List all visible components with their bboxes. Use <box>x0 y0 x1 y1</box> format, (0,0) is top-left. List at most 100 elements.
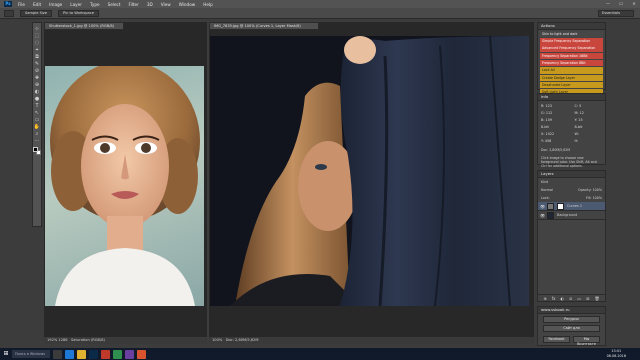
menu-3d[interactable]: 3D <box>147 2 153 7</box>
eyedropper-tool-icon[interactable]: ✎ <box>34 61 41 67</box>
new-group-icon[interactable]: ▭ <box>577 295 581 301</box>
delete-layer-icon[interactable]: 🗑 <box>595 295 600 301</box>
document-tab-left[interactable]: Shutterstock_1.jpg @ 100% (RGB/8) <box>44 22 124 30</box>
info-value: G: 112 <box>541 111 553 115</box>
clone-stamp-tool-icon[interactable]: ⊕ <box>34 82 41 88</box>
action-item[interactable]: Desaturate Layer <box>540 81 603 89</box>
history-brush-tool-icon[interactable]: ◐ <box>34 89 41 95</box>
visibility-eye-icon[interactable]: 👁 <box>540 204 545 209</box>
maximize-icon[interactable]: ☐ <box>617 1 625 6</box>
action-item[interactable]: Frequency Separation 8Bit <box>540 59 603 67</box>
zoom-tool-icon[interactable]: ⌕ <box>34 131 41 137</box>
layer-kind-filter[interactable]: Kind <box>541 180 548 184</box>
resources-button[interactable]: Ресурсы <box>543 316 600 323</box>
opacity-field[interactable]: Opacity: 100% <box>578 188 602 192</box>
menu-view[interactable]: View <box>161 2 171 7</box>
zoom-level-left[interactable]: 192% 1286 <box>47 338 68 342</box>
info-readout: R: 123 C: 5 G: 112 M: 12 B: 109 Y: 15 8-… <box>538 101 605 146</box>
workspace-switcher[interactable]: Essentials <box>598 10 634 17</box>
menu-window[interactable]: Window <box>179 2 196 7</box>
lock-label: Lock: <box>541 196 550 200</box>
layer-name: Curves 1 <box>567 204 583 208</box>
facebook-button[interactable]: Facebook <box>543 336 570 343</box>
menu-layer[interactable]: Layer <box>70 2 82 7</box>
menu-help[interactable]: Help <box>203 2 213 7</box>
new-layer-icon[interactable]: ⊞ <box>586 295 589 301</box>
social-buttons: Facebook Мы Вконтакте <box>543 334 600 346</box>
color-swatches[interactable] <box>33 147 41 156</box>
action-item[interactable]: Simple Frequency Separation <box>540 38 603 45</box>
link-layers-icon[interactable]: ⊕ <box>543 295 546 301</box>
status-bar-right: 100% Doc: 2,80M/5,62M <box>209 337 534 344</box>
add-mask-icon[interactable]: ⊘ <box>569 295 572 301</box>
menu-select[interactable]: Select <box>108 2 121 7</box>
photoshop-taskbar-icon[interactable] <box>89 349 98 359</box>
type-tool-icon[interactable]: T <box>34 103 41 109</box>
menu-edit[interactable]: Edit <box>33 2 41 7</box>
brush-tool-icon[interactable]: ✚ <box>34 75 41 81</box>
healing-tool-icon[interactable]: ⊘ <box>34 68 41 74</box>
doc-info-left: Saturation (RGB/8) <box>71 338 105 342</box>
info-doc-size: Doc: 2,80M/5,62M <box>541 148 571 152</box>
layers-panel: Layers Kind Normal Opacity: 100% Lock: F… <box>537 170 606 302</box>
layers-bottom-bar: ⊕ fx ◐ ⊘ ▭ ⊞ 🗑 <box>538 294 605 301</box>
crop-tool-icon[interactable]: ⧉ <box>34 54 41 60</box>
quick-select-tool-icon[interactable]: ⌖ <box>34 47 41 53</box>
marquee-tool-icon[interactable]: ⬚ <box>34 33 41 39</box>
info-value: W: <box>574 132 579 136</box>
blend-mode-dropdown[interactable]: Normal <box>541 188 553 192</box>
info-value: Y: 15 <box>574 118 583 122</box>
action-item[interactable]: Create Dodge Layer <box>540 74 603 82</box>
taskbar-clock[interactable]: 13:01 06.06.2016 <box>607 349 626 359</box>
task-view-icon[interactable] <box>53 349 62 359</box>
lasso-tool-icon[interactable]: ◌ <box>34 40 41 46</box>
zoom-level-right[interactable]: 100% <box>212 338 222 342</box>
app-icon[interactable] <box>125 349 134 359</box>
photoshop-logo: Ps <box>4 1 12 7</box>
layer-row[interactable]: 👁 Background <box>538 211 605 220</box>
menu-type[interactable]: Type <box>90 2 100 7</box>
layer-style-icon[interactable]: fx <box>552 295 556 301</box>
taskbar-search[interactable]: Поиск в Windows <box>12 350 50 358</box>
info-hint: Click image to choose new foreground col… <box>541 156 597 168</box>
opera-icon[interactable] <box>101 349 110 359</box>
app-icon[interactable] <box>137 349 146 359</box>
visibility-eye-icon[interactable]: 👁 <box>540 213 545 218</box>
minimize-icon[interactable]: — <box>604 1 612 6</box>
move-tool-icon[interactable]: ⊹ <box>34 26 41 32</box>
dodge-tool-icon[interactable]: ● <box>34 96 41 102</box>
app-icon[interactable] <box>113 349 122 359</box>
pin-workspace-button[interactable]: Pin to Workspace <box>58 9 99 17</box>
more-tools-icon[interactable]: ⋯ <box>34 138 41 144</box>
fill-field[interactable]: Fill: 100% <box>586 196 602 200</box>
close-icon[interactable]: ✕ <box>630 1 638 6</box>
info-value: R: 123 <box>541 104 552 108</box>
clock-date: 06.06.2016 <box>606 354 626 358</box>
document-tab-right[interactable]: IMG_7835.jpg @ 100% (Curves 1, Layer Mas… <box>209 22 319 30</box>
explorer-icon[interactable] <box>77 349 86 359</box>
action-item[interactable]: Skin to light and dark <box>540 30 603 38</box>
site-panel-title: www.ssbook.ru <box>538 307 605 314</box>
edge-icon[interactable] <box>65 349 74 359</box>
path-select-tool-icon[interactable]: ↖ <box>34 110 41 116</box>
layer-name: Background <box>557 213 578 217</box>
tool-preset-picker[interactable] <box>4 9 14 17</box>
hand-tool-icon[interactable]: ✋ <box>34 124 41 130</box>
sample-size-dropdown[interactable]: Sample Size <box>20 9 52 17</box>
layers-filter-row: Kind <box>538 178 605 186</box>
shape-tool-icon[interactable]: ▭ <box>34 117 41 123</box>
menu-image[interactable]: Image <box>49 2 62 7</box>
layer-row[interactable]: 👁 Curves 1 <box>538 202 605 211</box>
adjustment-layer-icon[interactable]: ◐ <box>561 295 565 301</box>
vk-button[interactable]: Мы Вконтакте <box>573 336 600 346</box>
menu-filter[interactable]: Filter <box>128 2 138 7</box>
layers-mode-row: Normal Opacity: 100% <box>538 186 605 194</box>
layer-mask-thumbnail[interactable] <box>557 202 564 210</box>
menu-file[interactable]: File <box>18 2 25 7</box>
action-item[interactable]: Advanced Frequency Separation <box>540 45 603 52</box>
site-button[interactable]: Сайт для <box>543 325 600 332</box>
windows-start-icon[interactable]: ⊞ <box>0 348 12 360</box>
foreground-color-swatch[interactable] <box>33 147 38 152</box>
action-item[interactable]: Frequency Separation 16Bit <box>540 52 603 60</box>
action-item[interactable]: Lock All <box>540 67 603 74</box>
